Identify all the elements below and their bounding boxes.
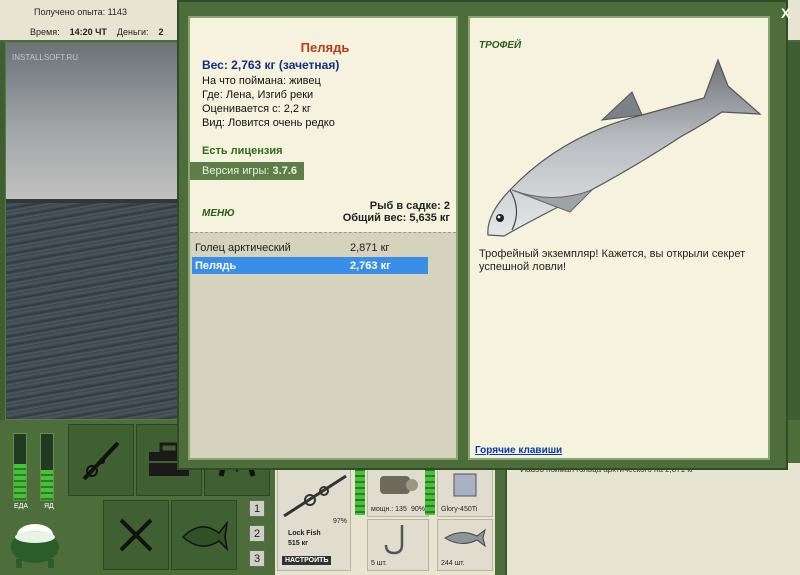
close-button[interactable]: X — [781, 5, 790, 21]
hook-slot[interactable]: 5 шт. — [367, 519, 429, 571]
experience-readout: Получено опыта: 1143 — [34, 7, 127, 17]
watermark: INSTALLSOFT.RU — [12, 53, 79, 62]
catch-fish-weight: 2,871 кг — [350, 242, 390, 254]
yd-label: ЯД — [44, 503, 54, 510]
chat-panel: Vlad53 поймал гольца арктического на 2,8… — [505, 463, 800, 575]
trophy-fish-image — [487, 58, 762, 237]
quick-slot-3[interactable]: 3 — [249, 550, 265, 567]
food-meter-fill — [14, 463, 26, 500]
fishing-rod-tile[interactable] — [68, 424, 134, 496]
money-value: 2 — [158, 27, 164, 37]
sky — [6, 43, 177, 203]
reel-slot[interactable]: мощн.: 135 90% — [367, 465, 429, 517]
water — [6, 203, 177, 419]
fish-catalog-tile[interactable] — [171, 500, 237, 570]
time-label: Время: — [30, 27, 60, 37]
reel-power: мощн.: 135 — [371, 506, 407, 513]
reel-meter — [425, 465, 435, 515]
line-slot[interactable]: Glory-450Ti — [437, 465, 493, 517]
version-tab: Версия игры: 3.7.6 — [190, 162, 304, 180]
catch-list: Голец арктический 2,871 кг Пелядь 2,763 … — [190, 232, 456, 458]
fishing-rod-icon — [82, 441, 120, 481]
catch-fish-name: Пелядь — [195, 260, 237, 272]
catch-fish-name: Голец арктический — [195, 242, 291, 254]
catch-list-row-selected[interactable]: Пелядь 2,763 кг — [192, 257, 428, 274]
food-meter — [13, 433, 27, 501]
version-label: Версия игры: — [202, 165, 270, 177]
fish-info-panel: Пелядь Вес: 2,763 кг (зачетная) На что п… — [188, 16, 458, 460]
bait-count: 244 шт. — [441, 560, 465, 567]
food-label: ЕДА — [14, 503, 29, 510]
line-name: Glory-450Ti — [441, 506, 478, 513]
food-tile[interactable] — [103, 500, 169, 570]
menu-button[interactable]: МЕНЮ — [202, 208, 235, 219]
version-value: 3.7.6 — [272, 165, 297, 177]
cage-count: Рыб в садке: 2 — [369, 200, 450, 212]
fish-weight: Вес: 2,763 кг (зачетная) — [202, 58, 340, 72]
total-weight: Общий вес: 5,635 кг — [342, 212, 450, 224]
yd-meter-fill — [41, 470, 53, 500]
experience-label: Получено опыта: — [34, 7, 106, 17]
catch-fish-weight: 2,763 кг — [350, 260, 391, 272]
bait-fish-icon — [444, 528, 486, 548]
fork-knife-icon — [119, 518, 153, 552]
reel-icon — [380, 476, 418, 494]
quick-slot-1[interactable]: 1 — [249, 500, 265, 517]
line-tension-meter — [355, 465, 365, 515]
trophy-text: Трофейный экземпляр! Кажется, вы открыли… — [479, 248, 746, 273]
rod-name: Lock Fish — [288, 530, 321, 537]
rod-slot[interactable]: 97% Lock Fish 515 кг НАСТРОИТЬ — [277, 465, 351, 571]
bait-slot[interactable]: 244 шт. — [437, 519, 493, 571]
fish-icon — [181, 520, 229, 552]
fish-name: Пелядь — [300, 40, 350, 55]
rod-icon — [283, 474, 347, 518]
hook-icon — [384, 525, 404, 555]
money-label: Деньги: — [116, 27, 149, 37]
gear-panel: 97% Lock Fish 515 кг НАСТРОИТЬ мощн.: 13… — [275, 463, 495, 575]
hooks-count: 5 шт. — [371, 560, 387, 567]
trophy-panel: ТРОФЕЙ Трофейный экземпляр! Кажется, вы … — [468, 16, 770, 460]
value-threshold: Оценивается с: 2,2 кг — [202, 103, 311, 115]
rarity: Вид: Ловится очень редко — [202, 117, 335, 129]
rod-percent: 97% — [332, 518, 347, 525]
rod-length: 515 кг — [288, 540, 309, 547]
experience-value: 1143 — [107, 7, 127, 17]
reel-percent: 90% — [410, 506, 425, 513]
time-money-row: Время: 14:20 ЧТ Деньги: 2 — [0, 27, 180, 37]
quick-slot-2[interactable]: 2 — [249, 525, 265, 542]
time-value: 14:20 ЧТ — [69, 27, 107, 37]
line-spool-icon — [453, 473, 477, 497]
license-status: Есть лицензия — [202, 145, 283, 157]
catch-list-row[interactable]: Голец арктический 2,871 кг — [192, 239, 428, 256]
yd-meter — [40, 433, 54, 501]
pot-icon[interactable] — [8, 515, 62, 570]
hotkeys-link[interactable]: Горячие клавиши — [475, 445, 562, 456]
caught-on: На что поймана: живец — [202, 75, 321, 87]
cage-summary: Рыб в садке: 2 Общий вес: 5,635 кг — [343, 200, 450, 224]
setup-button[interactable]: НАСТРОИТЬ — [282, 556, 332, 565]
catch-location: Где: Лена, Изгиб реки — [202, 89, 314, 101]
fishing-scene-view[interactable]: INSTALLSOFT.RU — [5, 42, 178, 420]
